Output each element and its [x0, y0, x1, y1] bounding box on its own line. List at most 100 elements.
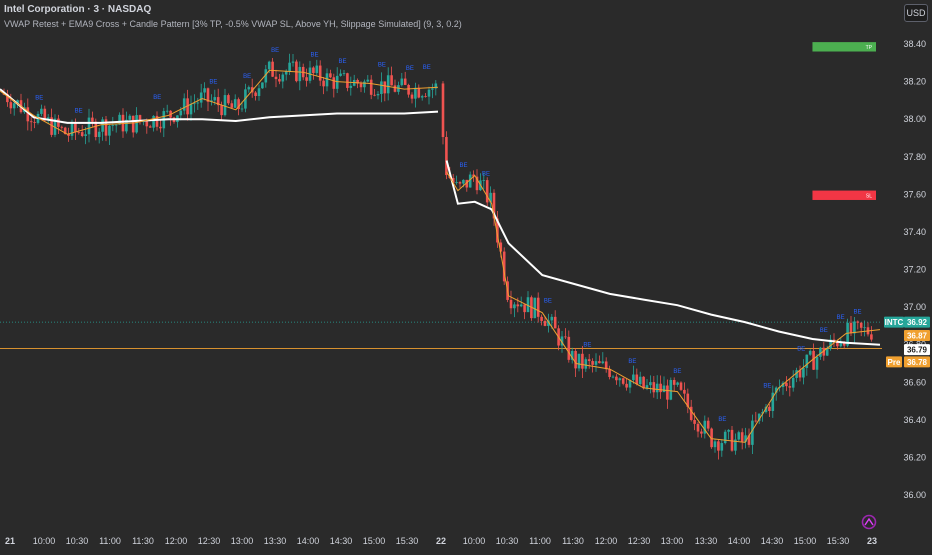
candle-body [849, 322, 853, 334]
candle-body [29, 121, 33, 123]
candle-body [101, 119, 104, 132]
candle-body [278, 79, 281, 82]
candle-body [70, 122, 74, 136]
signal-label: BE [820, 328, 828, 334]
candle-body [403, 78, 407, 85]
candle-body [870, 334, 873, 340]
x-tick-label: 10:00 [33, 536, 56, 546]
candle-body [261, 82, 264, 89]
y-tick-label: 38.00 [903, 114, 926, 124]
candle-body [247, 87, 251, 90]
candle-body [80, 132, 84, 137]
candle-body [462, 179, 465, 184]
candle-body [598, 361, 601, 364]
x-tick-label: 14:00 [728, 536, 751, 546]
currency-button[interactable]: USD [904, 4, 928, 22]
candle-body [383, 81, 387, 94]
indicator-legend[interactable]: VWAP Retest + EMA9 Cross + Candle Patter… [4, 19, 462, 29]
candle-body [608, 369, 611, 377]
x-tick-label: 22 [436, 536, 446, 546]
y-tick-label: 37.20 [903, 265, 926, 275]
candle-body [618, 378, 622, 381]
candle-body [33, 122, 36, 123]
candle-body [179, 110, 183, 116]
candle-body [659, 383, 662, 393]
symbol-title[interactable]: Intel Corporation · 3 · NASDAQ [4, 4, 151, 15]
candle-body [373, 94, 376, 96]
candle-body [574, 350, 577, 369]
candle-body [74, 122, 77, 133]
y-tick-label: 36.60 [903, 377, 926, 387]
candle-body [57, 118, 60, 127]
candle-body [40, 108, 43, 114]
x-tick-label: 12:00 [165, 536, 188, 546]
pre-price-tag: 36.78 [907, 358, 928, 367]
candle-body [165, 110, 169, 112]
chart-area[interactable]: TP SL BE BE BE BE BE BE BE BE BE BE BE BE BE BE BE BE BE B… [0, 0, 932, 550]
chart-svg[interactable]: TP SL BE BE BE BE BE BE BE BE BE BE BE BE BE BE BE BE BE B… [0, 0, 932, 550]
x-tick-label: 13:00 [661, 536, 684, 546]
candle-body [230, 103, 234, 108]
candle-body [815, 356, 819, 370]
candle-body [420, 96, 424, 98]
candle-body [284, 71, 288, 75]
candle-body [77, 132, 81, 133]
x-tick-label: 12:00 [595, 536, 618, 546]
candle-body [159, 126, 162, 129]
candle-body [363, 81, 366, 88]
candle-body [407, 84, 410, 95]
candle-body [220, 105, 223, 116]
symbol-tag: INTC [885, 318, 904, 327]
candle-body [727, 429, 730, 432]
x-tick-label: 10:30 [496, 536, 519, 546]
signal-label: BE [628, 359, 636, 365]
y-tick-label: 37.80 [903, 152, 926, 162]
candle-body [812, 350, 815, 370]
y-tick-label: 36.20 [903, 452, 926, 462]
candle-body [359, 83, 363, 88]
candle-body [267, 61, 271, 70]
x-tick-label: 10:30 [66, 536, 89, 546]
candle-body [233, 99, 237, 108]
candle-body [577, 353, 581, 369]
x-tick-label: 13:30 [695, 536, 718, 546]
vwap-price-tag: 36.79 [907, 346, 928, 355]
x-tick-label: 11:30 [562, 536, 584, 546]
candle-body [9, 102, 13, 109]
candle-body [349, 85, 353, 88]
candle-body [118, 114, 121, 125]
candle-body [400, 78, 404, 86]
candle-body [808, 350, 812, 355]
candle-body [601, 361, 605, 364]
candle-body [315, 65, 319, 74]
candle-body [199, 92, 203, 103]
x-tick-label: 11:00 [99, 536, 121, 546]
candle-body [128, 115, 132, 120]
x-tick-label: 14:00 [297, 536, 320, 546]
candle-body [737, 432, 741, 440]
candle-body [632, 374, 635, 381]
candle-body [805, 354, 809, 368]
candle-body [638, 376, 642, 385]
time-axis[interactable]: 21 10:00 10:30 11:00 11:30 12:00 12:30 13:00 13:… [5, 536, 877, 546]
candle-body [649, 382, 652, 386]
candle-body [274, 76, 278, 80]
signal-label: BE [544, 298, 552, 304]
signal-label: BE [797, 346, 805, 352]
x-tick-label: 13:00 [231, 536, 254, 546]
candle-body [802, 367, 805, 378]
signal-label: BE [423, 65, 431, 71]
candle-body [393, 85, 397, 92]
candle-body [621, 378, 625, 384]
signal-label: BE [378, 63, 386, 69]
candle-body [720, 443, 724, 451]
candle-body [298, 66, 302, 82]
candle-body [380, 81, 383, 94]
candle-body [111, 125, 115, 126]
candle-body [431, 88, 434, 90]
y-tick-label: 36.00 [903, 490, 926, 500]
ema-price-tag: 36.87 [907, 331, 928, 340]
candle-body [342, 73, 346, 75]
tradingview-logo-icon[interactable] [861, 514, 877, 530]
candle-body [672, 380, 676, 385]
